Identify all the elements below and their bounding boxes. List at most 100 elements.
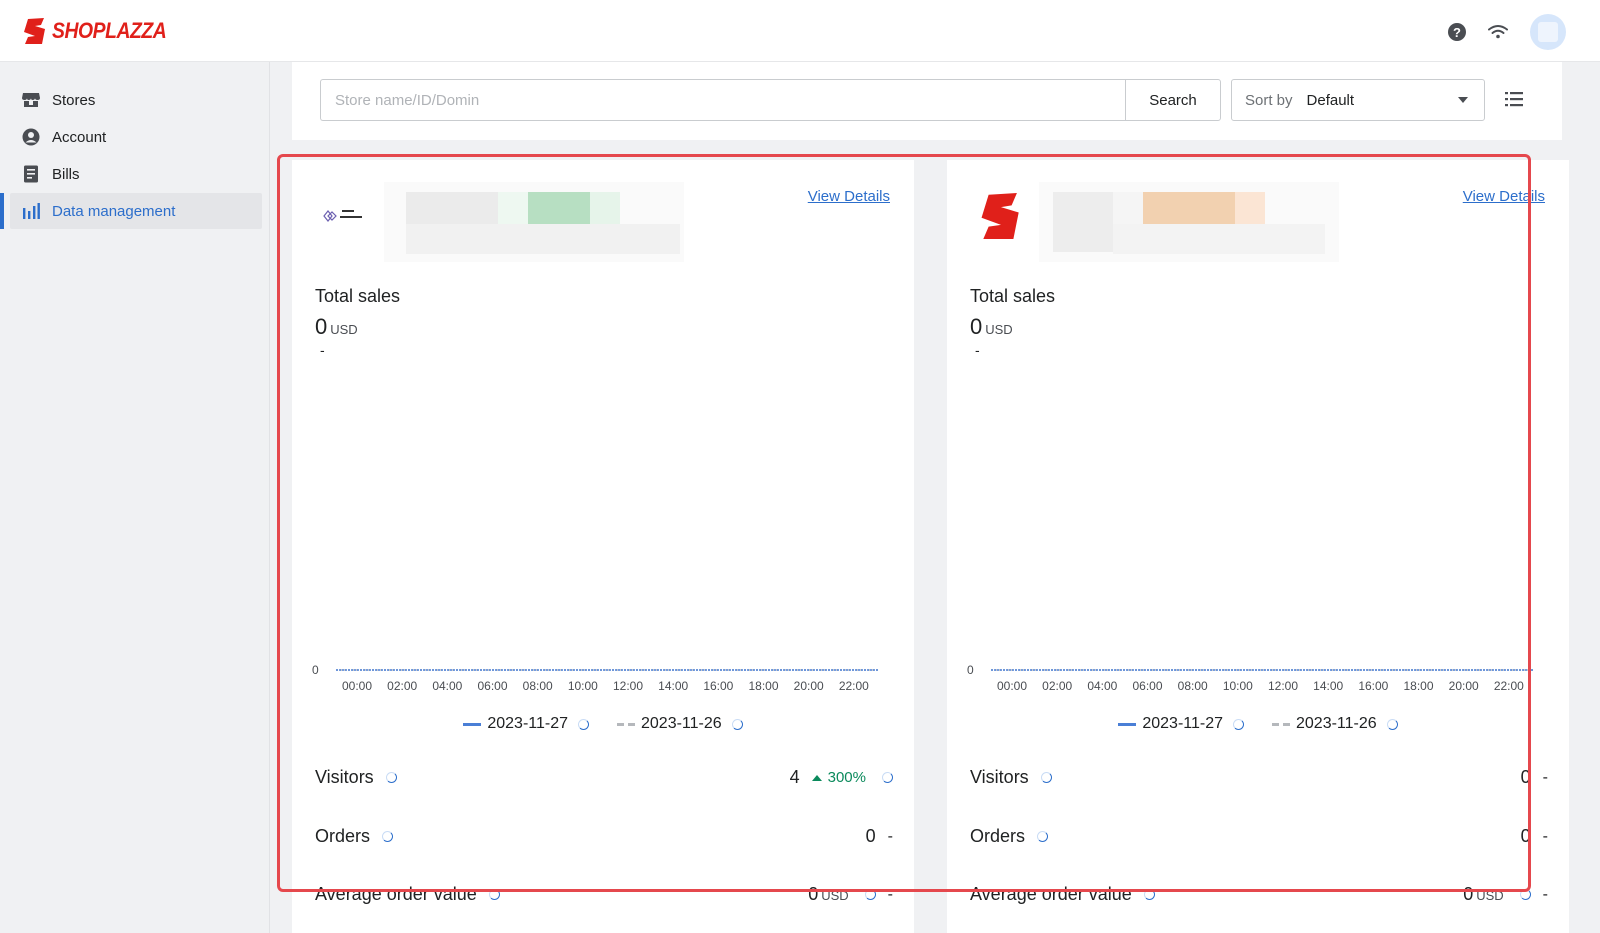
shoplazza-store-logo-icon xyxy=(981,193,1019,239)
brand-wordmark: SHOPLAZZA xyxy=(52,18,167,43)
total-sales-label: Total sales xyxy=(315,286,401,306)
legend-item[interactable]: 2023-11-26 xyxy=(617,715,743,733)
sidebar-item-stores[interactable]: Stores xyxy=(10,82,262,118)
legend-label: 2023-11-27 xyxy=(1142,715,1223,732)
sidebar-item-data-management[interactable]: Data management xyxy=(0,193,262,229)
loading-icon xyxy=(488,889,500,900)
x-tick-label: 20:00 xyxy=(794,679,824,693)
sales-line-chart: 0 00:00 02:00 04:00 06:00 08:00 10:00 12:00 14:0… xyxy=(312,663,878,693)
store-name-redacted xyxy=(384,182,684,262)
sidebar-item-label: Stores xyxy=(52,91,96,109)
metric-value: 0 USD xyxy=(808,884,849,904)
x-tick-label: 22:00 xyxy=(1494,679,1524,693)
legend-item[interactable]: 2023-11-27 xyxy=(1118,715,1244,733)
metric-label: Average order value xyxy=(315,884,477,904)
metric-label: Visitors xyxy=(315,767,374,787)
x-tick-label: 14:00 xyxy=(1313,679,1343,693)
total-sales-change: - xyxy=(975,342,980,358)
store-name-redacted xyxy=(1039,182,1339,262)
search-button[interactable]: Search xyxy=(1125,79,1221,121)
x-tick-label: 08:00 xyxy=(523,679,553,693)
loading-icon xyxy=(385,772,397,783)
metric-label: Average order value xyxy=(970,884,1132,904)
sort-label: Sort by xyxy=(1245,91,1293,109)
store-logo xyxy=(320,190,372,242)
store-logo-image xyxy=(323,210,362,222)
total-sales-value: 0 USD xyxy=(315,314,358,339)
sidebar-item-bills[interactable]: Bills xyxy=(10,156,262,192)
search-input[interactable] xyxy=(320,79,1125,121)
loading-icon xyxy=(1386,718,1398,730)
x-tick-label: 00:00 xyxy=(342,679,372,693)
sidebar: Stores Account Bills Data management xyxy=(0,62,270,933)
brand-logo[interactable]: SHOPLAZZA xyxy=(22,17,182,45)
help-icon[interactable]: ? xyxy=(1448,23,1466,41)
x-tick-label: 10:00 xyxy=(568,679,598,693)
x-tick-label: 10:00 xyxy=(1223,679,1253,693)
x-tick-label: 06:00 xyxy=(1133,679,1163,693)
total-sales-change: - xyxy=(320,342,325,358)
bills-icon xyxy=(22,165,40,183)
sidebar-nav: Stores Account Bills Data management xyxy=(0,82,262,230)
wifi-icon[interactable] xyxy=(1488,24,1508,40)
caret-down-icon xyxy=(1458,97,1468,103)
y-tick-label: 0 xyxy=(967,663,974,677)
x-tick-label: 12:00 xyxy=(613,679,643,693)
x-tick-label: 20:00 xyxy=(1449,679,1479,693)
metric-change: - xyxy=(1542,827,1548,845)
sort-select[interactable]: Sort by Default xyxy=(1231,79,1485,121)
account-icon xyxy=(22,128,40,146)
loading-icon xyxy=(578,718,589,730)
shoplazza-logo-icon xyxy=(24,18,45,44)
x-tick-label: 22:00 xyxy=(839,679,869,693)
chart-legend: 2023-11-27 2023-11-26 xyxy=(292,715,914,733)
sort-value: Default xyxy=(1306,91,1355,109)
avatar[interactable] xyxy=(1530,14,1566,50)
loading-icon xyxy=(1143,889,1155,900)
loading-icon xyxy=(382,831,394,842)
legend-item[interactable]: 2023-11-26 xyxy=(1272,715,1398,733)
store-icon xyxy=(22,91,40,109)
metric-value: 0 xyxy=(1520,767,1531,787)
x-tick-label: 12:00 xyxy=(1268,679,1298,693)
store-card: View Details Total sales 0 USD - 0 00:00 02… xyxy=(292,160,914,933)
metric-label: Visitors xyxy=(970,767,1029,787)
x-tick-label: 18:00 xyxy=(749,679,779,693)
currency-label: USD xyxy=(985,322,1013,337)
arrow-up-icon xyxy=(811,774,822,781)
total-sales-label: Total sales xyxy=(970,286,1056,306)
top-bar: SHOPLAZZA ? xyxy=(0,0,1600,62)
x-tick-label: 06:00 xyxy=(478,679,508,693)
metric-change: - xyxy=(887,827,893,845)
loading-icon xyxy=(731,718,743,730)
metric-change: - xyxy=(1542,768,1548,786)
sales-line-chart: 0 00:00 02:00 04:00 06:00 08:00 10:00 12:00 14:0… xyxy=(967,663,1533,693)
list-view-icon[interactable] xyxy=(1505,90,1523,108)
visitors-metric: Visitors 0- xyxy=(970,767,1548,788)
x-tick-label: 08:00 xyxy=(1178,679,1208,693)
visitors-metric: Visitors 4 300% xyxy=(315,767,893,788)
metric-change: - xyxy=(1542,885,1548,903)
x-tick-label: 04:00 xyxy=(432,679,462,693)
metric-value: 0 USD xyxy=(1463,884,1504,904)
metric-value: 0 xyxy=(865,826,876,846)
x-tick-label: 14:00 xyxy=(658,679,688,693)
loading-icon xyxy=(882,772,893,783)
sidebar-item-account[interactable]: Account xyxy=(10,119,262,155)
x-tick-label: 04:00 xyxy=(1087,679,1117,693)
view-details-link[interactable]: View Details xyxy=(808,188,890,205)
aov-metric: Average order value 0 USD - xyxy=(970,884,1548,905)
sidebar-item-label: Account xyxy=(52,128,107,146)
x-tick-label: 02:00 xyxy=(1042,679,1072,693)
view-details-link[interactable]: View Details xyxy=(1463,188,1545,205)
metric-value: 4 xyxy=(789,767,800,787)
metric-label: Orders xyxy=(315,826,371,846)
store-logo xyxy=(975,190,1027,242)
legend-item[interactable]: 2023-11-27 xyxy=(463,715,589,733)
x-tick-label: 00:00 xyxy=(997,679,1027,693)
orders-metric: Orders 0- xyxy=(315,826,893,847)
legend-label: 2023-11-27 xyxy=(487,715,568,732)
loading-icon xyxy=(1040,772,1052,783)
sidebar-item-label: Data management xyxy=(52,202,176,220)
loading-icon xyxy=(1037,831,1049,842)
